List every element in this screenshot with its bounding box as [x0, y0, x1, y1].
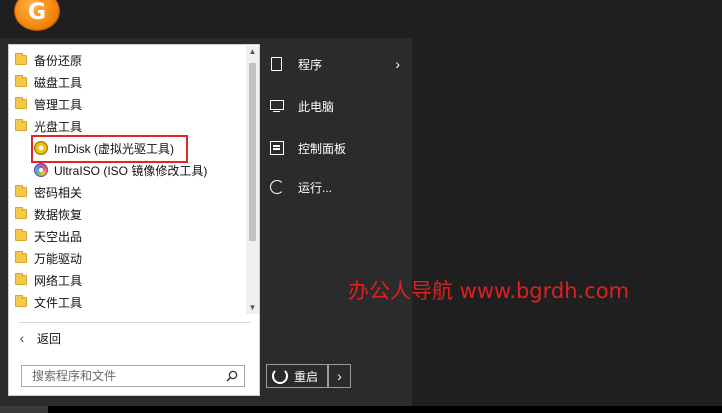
scrollbar[interactable]: ▲ ▼ [246, 46, 259, 314]
folder-icon [15, 119, 27, 131]
folder-icon [15, 53, 27, 65]
scroll-down-arrow-icon[interactable]: ▼ [246, 302, 259, 314]
document-icon [271, 57, 282, 71]
tree-item-label: UltraISO (ISO 镜像修改工具) [54, 163, 208, 178]
imdisk-disc-icon [34, 141, 48, 155]
folder-icon [15, 207, 27, 219]
tree-item-label: 网络工具 [34, 273, 83, 288]
menu-item-control-panel[interactable]: 控制面板 [270, 134, 408, 162]
chevron-right-icon: › [395, 56, 400, 72]
tree-item-label: ImDisk (虚拟光驱工具) [54, 141, 174, 156]
folder-icon [15, 97, 27, 109]
program-list-panel: 备份还原磁盘工具管理工具光盘工具 ImDisk (虚拟光驱工具) UltraISO … [8, 44, 260, 396]
tree-item[interactable]: 密码相关 [10, 181, 246, 203]
tree-item[interactable]: 备份还原 [10, 49, 246, 71]
tree-item-label: 万能驱动 [34, 251, 83, 266]
taskbar-strip [0, 406, 722, 413]
monitor-icon [270, 99, 284, 112]
tree-item[interactable]: UltraISO (ISO 镜像修改工具) [10, 159, 246, 181]
search-box[interactable] [21, 365, 245, 387]
search-input[interactable] [22, 366, 218, 386]
menu-item-label: 运行... [298, 180, 333, 195]
logo-letter: G [27, 0, 47, 25]
folder-icon [15, 229, 27, 241]
tree-item-label: 光盘工具 [34, 119, 83, 134]
tree-item-label: 磁盘工具 [34, 75, 83, 90]
tree-item[interactable]: 数据恢复 [10, 203, 246, 225]
tree-item-label: 密码相关 [34, 185, 83, 200]
ultraiso-disc-icon [34, 163, 48, 177]
tree-item-label: 备份还原 [34, 53, 83, 68]
chevron-right-icon: › [337, 368, 342, 384]
restart-icon [272, 368, 288, 384]
menu-item-label: 程序 [298, 57, 323, 72]
tree-item[interactable]: 光盘工具 [10, 115, 246, 137]
control-panel-icon [270, 141, 284, 155]
restart-label: 重启 [294, 369, 319, 384]
restart-button[interactable]: 重启 [266, 364, 328, 388]
app-logo[interactable]: G [14, 0, 60, 31]
tree-item-label: 天空出品 [34, 229, 83, 244]
tree-item[interactable]: 网络工具 [10, 269, 246, 291]
taskbar-segment [0, 406, 48, 413]
menu-item-label: 此电脑 [298, 99, 335, 114]
menu-item-label: 控制面板 [298, 141, 347, 156]
back-label: 返回 [37, 331, 62, 346]
back-button[interactable]: ‹ 返回 [9, 327, 259, 349]
tree-item[interactable]: 万能驱动 [10, 247, 246, 269]
search-icon[interactable] [226, 370, 238, 382]
tree-item[interactable]: 文件工具 [10, 291, 246, 313]
menu-item-this-pc[interactable]: 此电脑 [270, 92, 408, 120]
folder-icon [15, 295, 27, 307]
scroll-up-arrow-icon[interactable]: ▲ [246, 46, 259, 58]
menu-item-run[interactable]: 运行... [270, 173, 408, 201]
tree-item-label: 管理工具 [34, 97, 83, 112]
folder-icon [15, 251, 27, 263]
tree-item-label: 数据恢复 [34, 207, 83, 222]
folder-icon [15, 185, 27, 197]
folder-icon [15, 75, 27, 87]
scroll-thumb[interactable] [249, 63, 256, 241]
tree-item[interactable]: 磁盘工具 [10, 71, 246, 93]
menu-item-programs[interactable]: 程序 › [270, 50, 408, 78]
power-options-button[interactable]: › [328, 364, 351, 388]
run-icon [270, 180, 284, 194]
folder-icon [15, 273, 27, 285]
tree-item[interactable]: ImDisk (虚拟光驱工具) [10, 137, 246, 159]
tree-item-label: 文件工具 [34, 295, 83, 310]
tree-item[interactable]: 管理工具 [10, 93, 246, 115]
chevron-left-icon: ‹ [19, 330, 25, 346]
tree-item[interactable]: 天空出品 [10, 225, 246, 247]
top-bar: G [0, 0, 722, 38]
watermark-text: 办公人导航 www.bgrdh.com [348, 279, 630, 303]
program-tree: 备份还原磁盘工具管理工具光盘工具 ImDisk (虚拟光驱工具) UltraISO … [10, 46, 246, 314]
divider [19, 322, 251, 323]
